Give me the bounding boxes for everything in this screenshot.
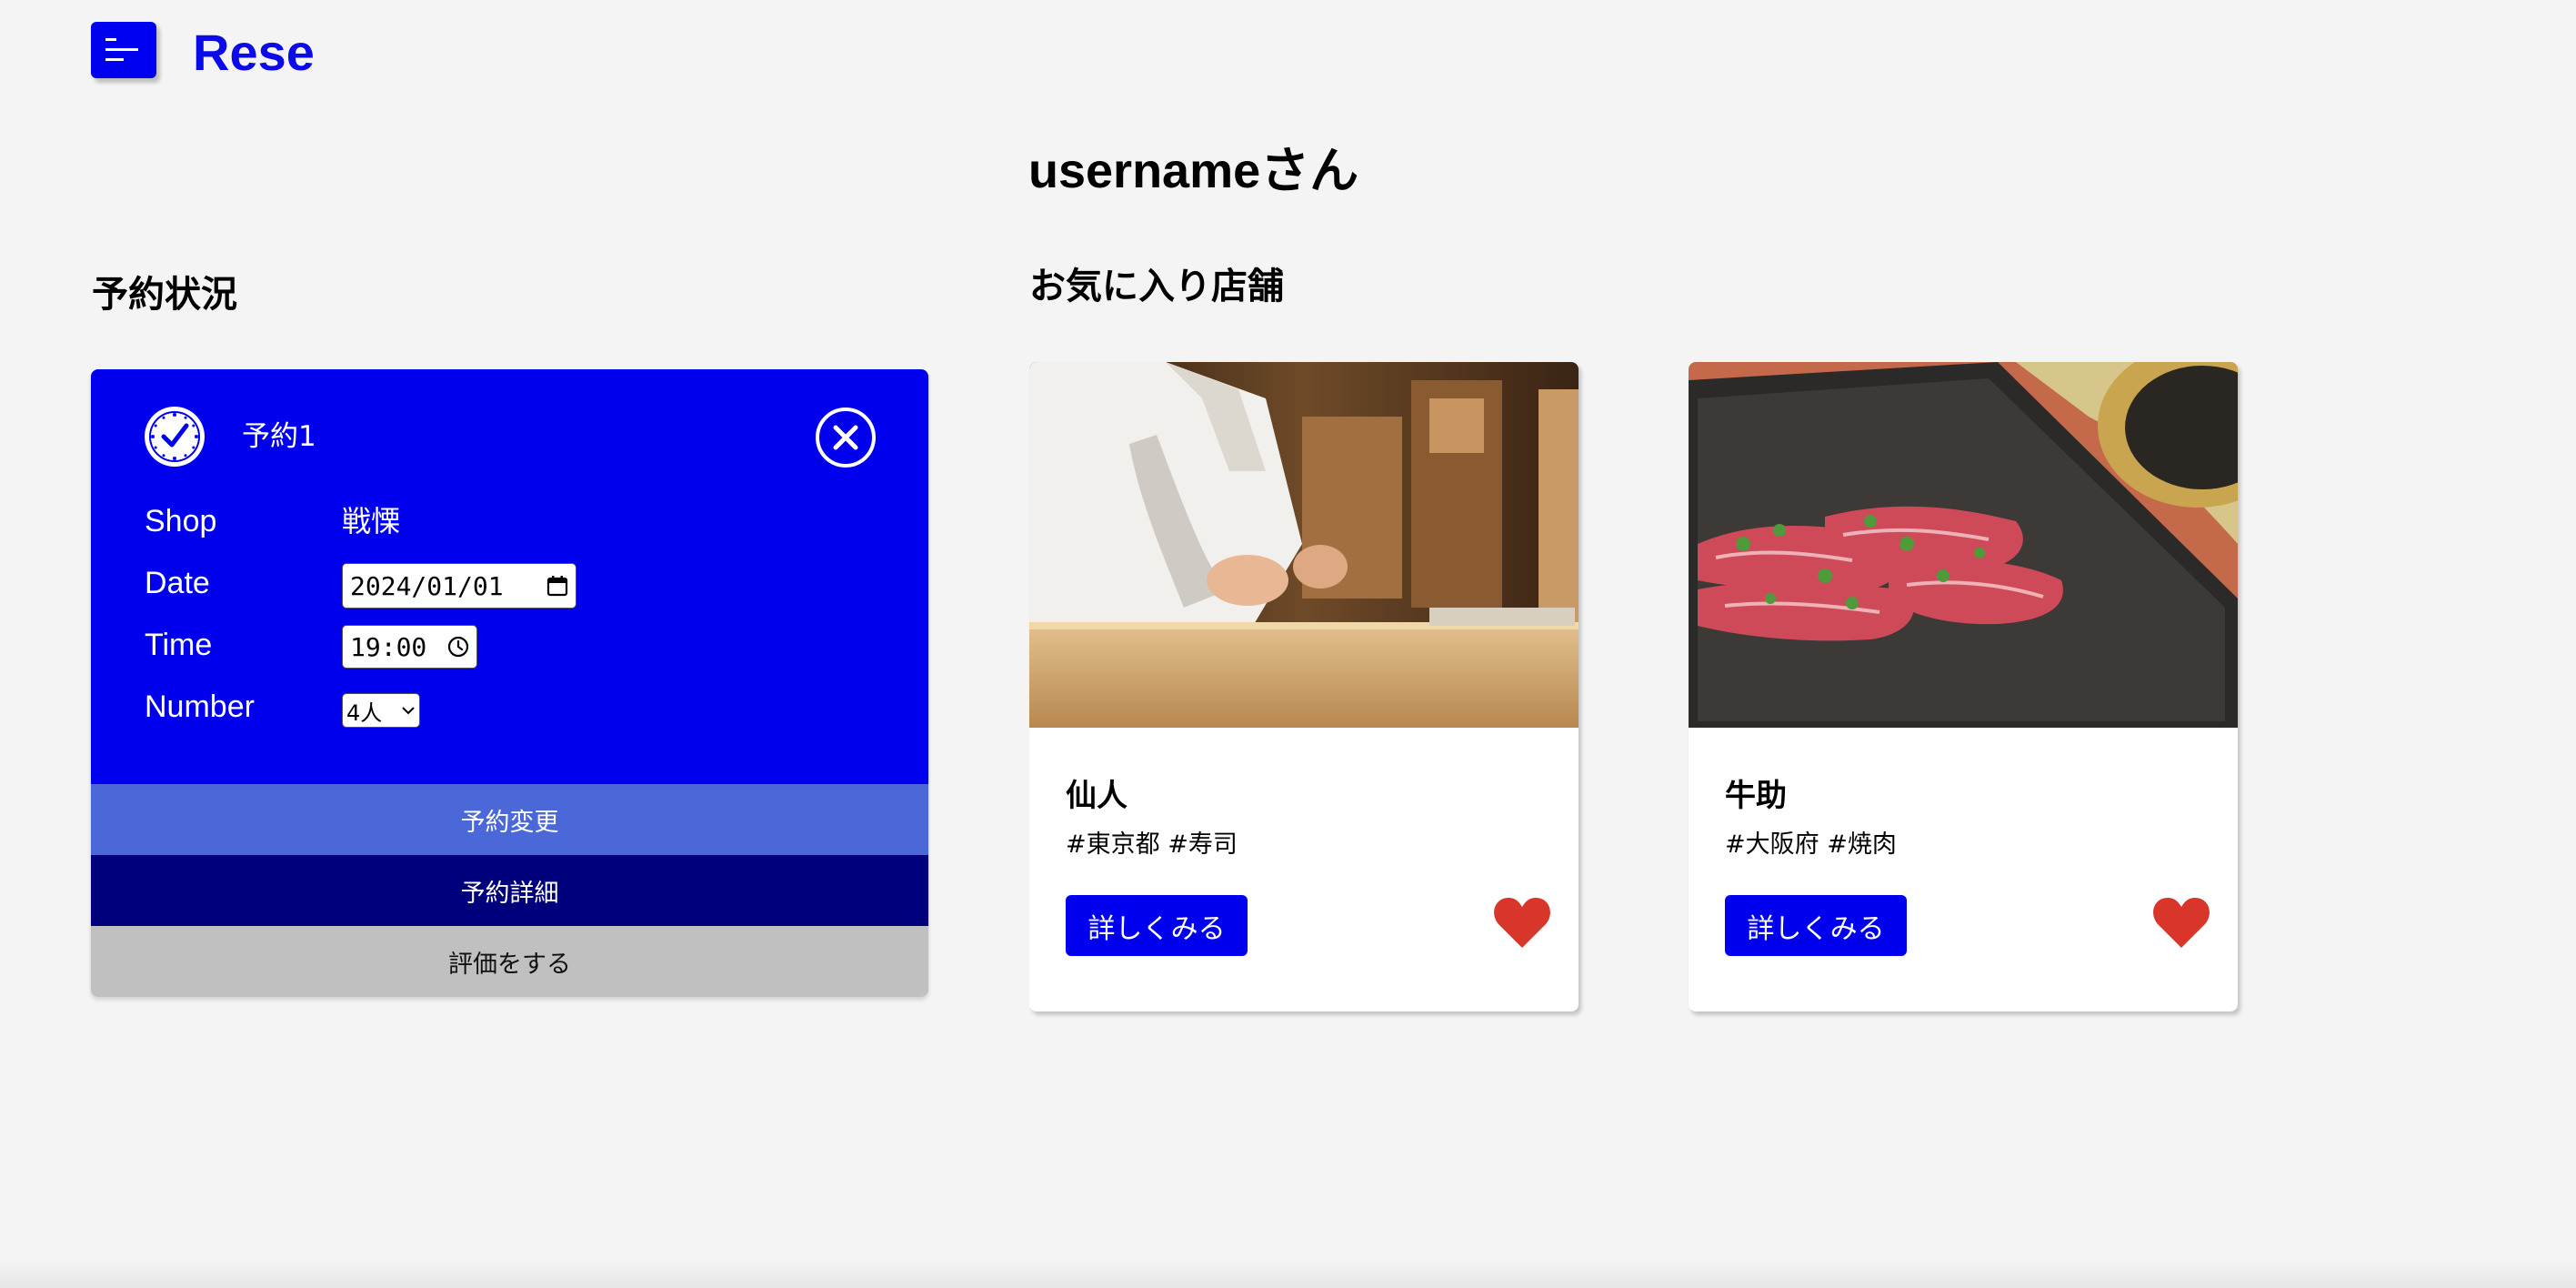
menu-button[interactable] — [91, 22, 156, 78]
review-button[interactable]: 評価をする — [91, 926, 928, 997]
change-reservation-button[interactable]: 予約変更 — [91, 784, 928, 855]
heart-icon[interactable] — [1493, 895, 1551, 950]
shop-detail-button[interactable]: 詳しくみる — [1725, 895, 1907, 956]
page-bottom-edge — [0, 1261, 2576, 1288]
shop-tags: #大阪府 #焼肉 — [1725, 830, 1897, 859]
clock-icon[interactable] — [447, 636, 469, 658]
shop-value: 戦慄 — [342, 504, 401, 538]
reservation-card: 予約1 Shop 戦慄 Date 2024/01/01 Time 19:00 N… — [91, 369, 928, 997]
menu-icon — [105, 38, 138, 61]
shop-detail-button[interactable]: 詳しくみる — [1066, 895, 1248, 956]
shop-image-sushi[interactable] — [1029, 362, 1579, 728]
shop-card: 牛助 #大阪府 #焼肉 詳しくみる — [1689, 362, 2238, 1011]
date-label: Date — [145, 566, 210, 600]
reservation-label: 予約1 — [242, 420, 316, 453]
shop-name: 牛助 — [1725, 778, 1787, 814]
calendar-icon[interactable] — [546, 575, 568, 597]
number-value: 4人 — [346, 699, 383, 726]
number-label: Number — [145, 689, 255, 724]
app-logo[interactable]: Rese — [193, 22, 315, 84]
shop-image-yakiniku[interactable] — [1689, 362, 2238, 728]
shop-card: 仙人 #東京都 #寿司 詳しくみる — [1029, 362, 1579, 1011]
shop-name: 仙人 — [1066, 778, 1128, 814]
reservation-info: 予約1 Shop 戦慄 Date 2024/01/01 Time 19:00 N… — [91, 369, 928, 784]
user-greeting: usernameさん — [1028, 144, 1359, 198]
number-select[interactable]: 4人 — [342, 693, 420, 728]
time-input[interactable]: 19:00 — [342, 625, 477, 669]
chevron-down-icon — [402, 707, 415, 715]
clock-check-icon — [145, 407, 205, 467]
heart-icon[interactable] — [2152, 895, 2210, 950]
favorites-section-title: お気に入り店舗 — [1029, 266, 1284, 307]
date-value: 2024/01/01 — [350, 570, 504, 601]
close-circle-icon[interactable] — [814, 406, 877, 469]
reservation-detail-button[interactable]: 予約詳細 — [91, 855, 928, 926]
date-input[interactable]: 2024/01/01 — [342, 563, 576, 609]
shop-tags: #東京都 #寿司 — [1066, 830, 1238, 859]
reservation-section-title: 予約状況 — [92, 274, 237, 316]
time-value: 19:00 — [350, 631, 427, 662]
time-label: Time — [145, 628, 213, 662]
shop-label: Shop — [145, 504, 217, 538]
